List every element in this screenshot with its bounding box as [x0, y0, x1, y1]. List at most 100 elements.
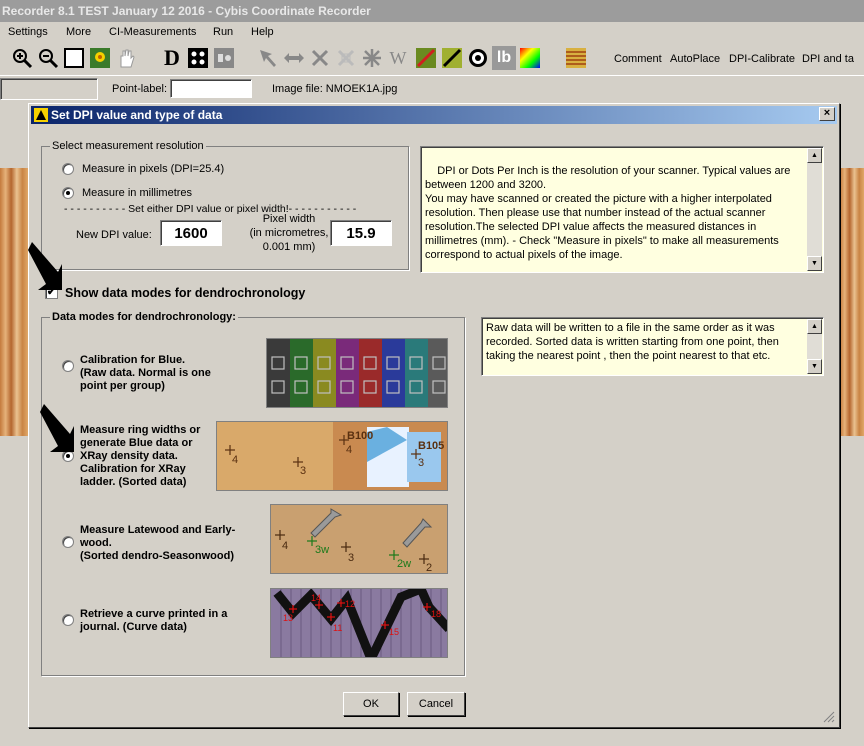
mode4-label-15: 15 — [389, 627, 399, 637]
mode3-label-4: 4 — [282, 540, 288, 552]
mode1-color-swatch-image — [266, 338, 448, 408]
dpi-dialog: Set DPI value and type of data × Select … — [28, 103, 840, 728]
mode4-curve-image: 13 14 12 11 15 18 — [270, 588, 448, 658]
mode3-label-3: 3 — [348, 552, 354, 564]
autoplace-button[interactable]: AutoPlace — [670, 53, 720, 65]
wood-image-left — [0, 168, 28, 436]
mode3-latewood-image: 4 3w 3 2w 2 — [270, 504, 448, 574]
lb-button[interactable]: lb — [492, 46, 516, 70]
scroll-up-icon[interactable]: ▲ — [807, 319, 822, 334]
annotation-arrow-icon — [26, 240, 66, 292]
cross-x-icon[interactable] — [308, 46, 332, 70]
pixel-width-label-3: 0.001 mm) — [262, 241, 316, 253]
window-title: Recorder 8.1 TEST January 12 2016 - Cybi… — [0, 0, 864, 22]
mode2-label-b100: B100 — [347, 430, 373, 442]
toolbar: D W lb Comment AutoPlace DPI-Calibrate D… — [0, 42, 864, 76]
scroll-up-icon[interactable]: ▲ — [807, 148, 822, 163]
pixel-width-label-1: Pixel width — [262, 213, 316, 225]
mode2-label-3: 3 — [300, 465, 306, 477]
pixel-width-label-2: (in micrometres, — [249, 227, 329, 239]
radio-mode-calibration-blue[interactable] — [62, 360, 74, 372]
pixel-width-input[interactable] — [330, 220, 392, 246]
wood-image-right — [840, 168, 864, 436]
mode4-label-11: 11 — [333, 623, 342, 633]
mode2-label-4b: 4 — [346, 444, 352, 456]
color-palette-icon[interactable] — [518, 46, 542, 70]
radio-measure-mm-label: Measure in millimetres — [82, 187, 193, 199]
image-file-label: Image file: NMOEK1A.jpg — [272, 83, 398, 95]
ok-button[interactable]: OK — [343, 692, 399, 716]
resolution-group: Select measurement resolution Measure in… — [41, 140, 409, 270]
zoom-out-icon[interactable] — [36, 46, 60, 70]
radio-mode-latewood[interactable] — [62, 536, 74, 548]
radio-measure-pixels-label: Measure in pixels (DPI=25.4) — [82, 163, 225, 175]
mode2-ring-width-image: 4 3 B100 4 B105 3 — [216, 421, 448, 491]
point-bar: Point-label: Image file: NMOEK1A.jpg — [0, 77, 864, 101]
mode3-label-2w: 2w — [397, 558, 411, 570]
radio-measure-pixels[interactable] — [62, 163, 74, 175]
letter-d-button[interactable]: D — [160, 45, 184, 70]
mode2-label-3b: 3 — [418, 457, 424, 469]
mode3-label-2: 2 — [426, 562, 432, 574]
mode2-label-4: 4 — [232, 454, 238, 466]
raw-info-scrollbar[interactable]: ▲ ▼ — [807, 319, 822, 374]
menu-more[interactable]: More — [66, 26, 91, 38]
dots-pattern-icon[interactable] — [186, 46, 210, 70]
mode-latewood-label: Measure Latewood and Early-wood. (Sorted… — [80, 524, 236, 562]
dpi-info-text: DPI or Dots Per Inch is the resolution o… — [425, 165, 791, 261]
close-button[interactable]: × — [819, 107, 835, 121]
letter-w-button[interactable]: W — [386, 46, 410, 70]
dpi-info-box: DPI or Dots Per Inch is the resolution o… — [420, 146, 824, 273]
resize-grip-icon[interactable] — [823, 711, 835, 723]
menu-settings[interactable]: Settings — [8, 26, 48, 38]
mode-curve-label: Retrieve a curve printed in a journal. (… — [80, 608, 228, 633]
mode4-label-14: 14 — [311, 593, 321, 603]
target-icon[interactable] — [466, 46, 490, 70]
dialog-title: Set DPI value and type of data — [31, 106, 837, 124]
red-line-icon[interactable] — [414, 46, 438, 70]
status-cell — [0, 78, 98, 100]
scroll-down-icon[interactable]: ▼ — [807, 359, 822, 374]
resolution-group-label: Select measurement resolution — [50, 140, 206, 152]
wood-sample-icon[interactable] — [564, 46, 588, 70]
point-label-text: Point-label: — [112, 83, 168, 95]
mode4-label-18: 18 — [431, 609, 441, 619]
dpi-input[interactable] — [160, 220, 222, 246]
dpi-info-scrollbar[interactable]: ▲ ▼ — [807, 148, 822, 271]
point-label-input[interactable] — [170, 79, 252, 98]
annotation-arrow-icon — [38, 402, 78, 454]
asterisk-icon[interactable] — [360, 46, 384, 70]
menu-run[interactable]: Run — [213, 26, 233, 38]
show-modes-label: Show data modes for dendrochronology — [65, 286, 306, 300]
mode-ring-widths-label: Measure ring widths or generate Blue dat… — [80, 424, 201, 488]
cancel-button[interactable]: Cancel — [407, 692, 465, 716]
app-icon — [34, 108, 48, 122]
fit-window-icon[interactable] — [62, 46, 86, 70]
radio-measure-mm[interactable] — [62, 187, 74, 199]
zoom-in-icon[interactable] — [10, 46, 34, 70]
arrow-icon[interactable] — [256, 46, 280, 70]
menubar: Settings More CI-Measurements Run Help — [0, 22, 864, 42]
mode-calibration-blue-label: Calibration for Blue. (Raw data. Normal … — [80, 354, 211, 392]
black-line-icon[interactable] — [440, 46, 464, 70]
hand-icon[interactable] — [114, 46, 138, 70]
mode4-label-12: 12 — [345, 599, 355, 609]
comment-button[interactable]: Comment — [614, 53, 662, 65]
radio-mode-curve[interactable] — [62, 614, 74, 626]
menu-help[interactable]: Help — [251, 26, 274, 38]
scroll-down-icon[interactable]: ▼ — [807, 256, 822, 271]
dpi-calibrate-button[interactable]: DPI-Calibrate — [729, 53, 795, 65]
double-arrow-icon[interactable] — [282, 46, 306, 70]
menu-ci-measurements[interactable]: CI-Measurements — [109, 26, 196, 38]
raw-info-box: Raw data will be written to a file in th… — [481, 317, 824, 376]
mode3-label-3w: 3w — [315, 544, 329, 556]
grey-dots-icon[interactable] — [212, 46, 236, 70]
dpi-label: New DPI value: — [76, 229, 152, 241]
modes-group-label: Data modes for dendrochronology: — [50, 311, 238, 323]
flower-icon[interactable] — [88, 46, 112, 70]
snow-cross-icon[interactable] — [334, 46, 358, 70]
raw-info-text: Raw data will be written to a file in th… — [486, 322, 779, 362]
dpi-and-type-button[interactable]: DPI and ta — [802, 53, 854, 65]
mode4-label-13: 13 — [283, 613, 293, 623]
mode2-label-b105: B105 — [418, 440, 444, 452]
